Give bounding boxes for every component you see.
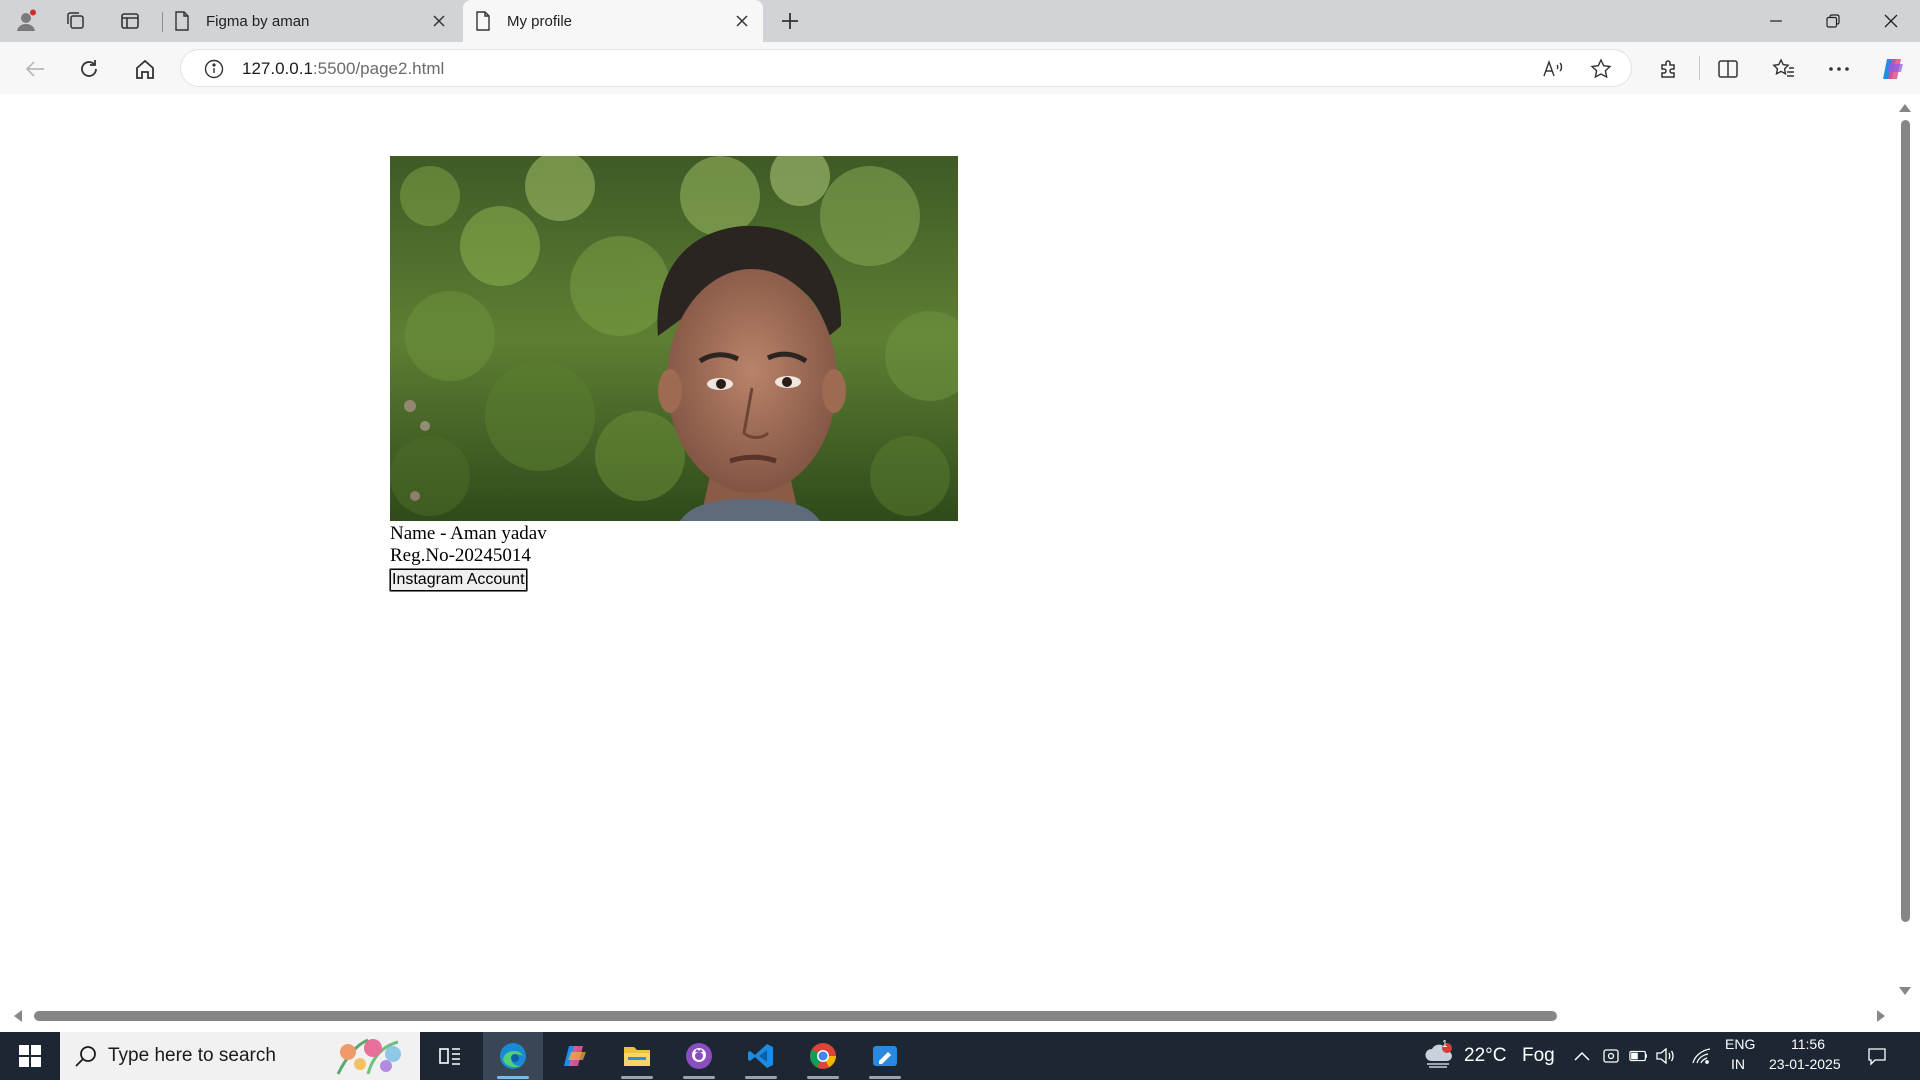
wifi-icon[interactable] <box>1691 1046 1711 1066</box>
site-info-icon[interactable] <box>203 58 225 80</box>
search-placeholder: Type here to search <box>108 1045 276 1066</box>
search-highlight-art-icon <box>328 1034 414 1078</box>
clock-time[interactable]: 11:56 <box>1791 1036 1825 1052</box>
tab-label: Figma by aman <box>206 12 310 30</box>
url-path: :5500/page2.html <box>312 59 445 78</box>
taskbar-file-explorer-app[interactable] <box>607 1032 667 1080</box>
home-button[interactable] <box>130 54 160 84</box>
open-app-indicator <box>683 1076 715 1079</box>
toolbar-divider <box>1699 56 1700 80</box>
url-host: 127.0.0.1 <box>242 59 313 78</box>
scroll-up-arrow-icon[interactable] <box>1899 104 1911 112</box>
address-bar[interactable]: 127.0.0.1:5500/page2.html <box>180 49 1632 87</box>
close-tab-icon[interactable] <box>430 12 448 30</box>
vertical-scroll-thumb[interactable] <box>1901 120 1910 922</box>
refresh-button[interactable] <box>74 54 104 84</box>
taskbar-github-desktop-app[interactable] <box>669 1032 729 1080</box>
workspaces-icon[interactable] <box>64 9 88 33</box>
profile-name: Name - Aman yadav <box>390 523 547 544</box>
open-app-indicator <box>621 1076 653 1079</box>
back-button[interactable] <box>20 54 50 84</box>
notifications-icon[interactable] <box>1867 1046 1887 1066</box>
tab-label: My profile <box>507 12 573 30</box>
weather-alert-badge: 1 <box>1442 1039 1448 1050</box>
meet-now-icon[interactable] <box>1601 1046 1621 1066</box>
start-button[interactable] <box>0 1032 60 1080</box>
taskbar-edge-app[interactable] <box>483 1032 543 1080</box>
taskbar-search-box[interactable]: Type here to search <box>60 1032 420 1080</box>
scroll-right-arrow-icon[interactable] <box>1877 1010 1885 1022</box>
extensions-icon[interactable] <box>1654 54 1684 84</box>
input-region: IN <box>1731 1056 1745 1072</box>
url-text[interactable]: 127.0.0.1:5500/page2.html <box>242 59 444 79</box>
windows-taskbar: Type here to search 1 22°C Fog ENG IN 11… <box>0 1032 1920 1080</box>
read-aloud-icon[interactable] <box>1541 57 1565 81</box>
task-view-button[interactable] <box>420 1032 480 1080</box>
page-icon <box>475 11 493 31</box>
close-tab-icon[interactable] <box>733 12 751 30</box>
tab-strip: Figma by aman My profile <box>0 0 1920 42</box>
search-icon <box>74 1044 98 1073</box>
volume-icon[interactable] <box>1655 1046 1675 1066</box>
profile-avatar-icon[interactable] <box>14 9 38 33</box>
weather-description[interactable]: Fog <box>1522 1045 1555 1067</box>
open-app-indicator <box>807 1076 839 1079</box>
profile-photo <box>390 156 958 521</box>
open-app-indicator <box>745 1076 777 1079</box>
split-screen-icon[interactable] <box>1713 54 1743 84</box>
copilot-icon[interactable] <box>1878 54 1908 84</box>
minimize-button[interactable] <box>1748 0 1804 42</box>
clock-date[interactable]: 23-01-2025 <box>1769 1056 1841 1072</box>
browser-toolbar: 127.0.0.1:5500/page2.html <box>0 42 1920 94</box>
weather-cloud-icon[interactable] <box>1424 1042 1454 1070</box>
taskbar-copilot-app[interactable] <box>545 1032 605 1080</box>
close-window-button[interactable] <box>1863 0 1919 42</box>
new-tab-button[interactable] <box>778 9 802 33</box>
page-viewport: Name - Aman yadav Reg.No-20245014 Instag… <box>5 94 1898 1012</box>
scroll-down-arrow-icon[interactable] <box>1899 987 1911 995</box>
horizontal-scroll-thumb[interactable] <box>34 1011 1557 1021</box>
open-app-indicator <box>869 1076 901 1079</box>
weather-temperature[interactable]: 22°C <box>1464 1045 1506 1067</box>
restore-button[interactable] <box>1805 0 1861 42</box>
page-icon <box>174 11 192 31</box>
taskbar-vscode-app[interactable] <box>731 1032 791 1080</box>
taskbar-whiteboard-app[interactable] <box>855 1032 915 1080</box>
more-options-icon[interactable] <box>1824 54 1854 84</box>
vertical-tabs-icon[interactable] <box>118 9 142 33</box>
instagram-account-button[interactable]: Instagram Account <box>389 568 528 592</box>
taskbar-chrome-app[interactable] <box>793 1032 853 1080</box>
scroll-left-arrow-icon[interactable] <box>14 1010 22 1022</box>
active-app-indicator <box>497 1076 529 1079</box>
tab-my-profile[interactable]: My profile <box>463 0 763 42</box>
favorites-icon[interactable] <box>1769 54 1799 84</box>
profile-reg-no: Reg.No-20245014 <box>390 545 531 566</box>
favorite-star-icon[interactable] <box>1589 57 1613 81</box>
input-language[interactable]: ENG <box>1725 1036 1755 1052</box>
tab-figma-by-aman[interactable]: Figma by aman <box>162 0 460 42</box>
chevron-up-icon[interactable] <box>1572 1046 1592 1066</box>
battery-icon[interactable] <box>1629 1046 1649 1066</box>
